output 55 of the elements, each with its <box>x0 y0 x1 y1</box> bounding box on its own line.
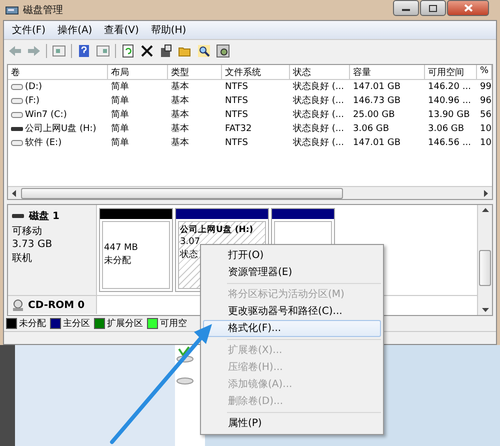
partition-info: 未分配 <box>104 254 131 267</box>
table-cell-text: 状态良好 (... <box>292 122 345 136</box>
table-cell-text: 10 <box>479 123 492 136</box>
volume-name: 公司上网U盘 (H:) <box>25 122 96 136</box>
table-cell-text: 简单 <box>110 136 130 150</box>
legend-label: 可用空 <box>160 318 187 330</box>
table-cell-text: 25.00 GB <box>352 109 396 122</box>
table-cell-text: 简单 <box>110 80 130 94</box>
table-cell-text: 99 <box>479 81 492 94</box>
partition-info: 状态 <box>180 248 198 261</box>
table-cell-text: NTFS <box>224 137 249 150</box>
table-cell-text: 基本 <box>170 136 190 150</box>
volume-name: Win7 (C:) <box>25 109 67 122</box>
volume-name: (F:) <box>25 95 40 108</box>
table-cell-text: FAT32 <box>224 123 253 136</box>
table-cell-text: 3.06 GB <box>352 123 390 136</box>
table-cell-text: 146.20 ... <box>427 81 472 94</box>
table-cell-text: 146.56 ... <box>427 137 472 150</box>
volume-name: (D:) <box>25 81 42 94</box>
disk-name: CD-ROM 0 <box>28 300 85 310</box>
table-cell-text: 状态良好 (... <box>292 80 345 94</box>
table-cell-text: 状态良好 (... <box>292 94 345 108</box>
table-cell-text: NTFS <box>224 81 249 94</box>
table-cell-text: 基本 <box>170 122 190 136</box>
table-cell-text: 状态良好 (... <box>292 136 345 150</box>
table-cell-text: 13.90 GB <box>427 109 471 122</box>
table-cell-text: NTFS <box>224 95 249 108</box>
table-cell-text: NTFS <box>224 109 249 122</box>
table-cell-text: 10 <box>479 137 492 150</box>
volume-name: 软件 (E:) <box>25 136 62 150</box>
table-cell-text: 147.01 GB <box>352 137 402 150</box>
table-cell-text: 简单 <box>110 108 130 122</box>
partition-title: 公司上网U盘 (H:) <box>180 224 254 236</box>
table-cell-text: 96 <box>479 95 492 108</box>
disk-info: 联机 <box>12 252 33 265</box>
table-cell-text: 简单 <box>110 94 130 108</box>
partition-info: 447 MB <box>104 243 138 253</box>
disk-info: 可移动 <box>12 225 43 238</box>
table-cell-text: 3.06 GB <box>427 123 466 136</box>
table-cell-text: 140.96 ... <box>427 95 472 108</box>
table-cell-text: 基本 <box>170 80 190 94</box>
partition-info: 3.07 <box>180 237 200 247</box>
legend-label: 扩展分区 <box>107 318 143 330</box>
disk-info: 3.73 GB <box>12 239 54 250</box>
disk-name: 磁盘 1 <box>29 210 60 223</box>
legend-label: 主分区 <box>63 318 90 330</box>
table-cell-text: 基本 <box>170 94 190 108</box>
legend-label: 未分配 <box>19 318 46 330</box>
table-cell-text: 147.01 GB <box>352 81 402 94</box>
table-cell-text: 56 <box>479 109 492 122</box>
table-cell-text: 基本 <box>170 108 190 122</box>
window-title: 磁盘管理 <box>23 4 63 17</box>
table-cell-text: 简单 <box>110 122 130 136</box>
table-cell-text: 状态良好 (... <box>292 108 345 122</box>
table-cell-text: 146.73 GB <box>352 95 402 108</box>
